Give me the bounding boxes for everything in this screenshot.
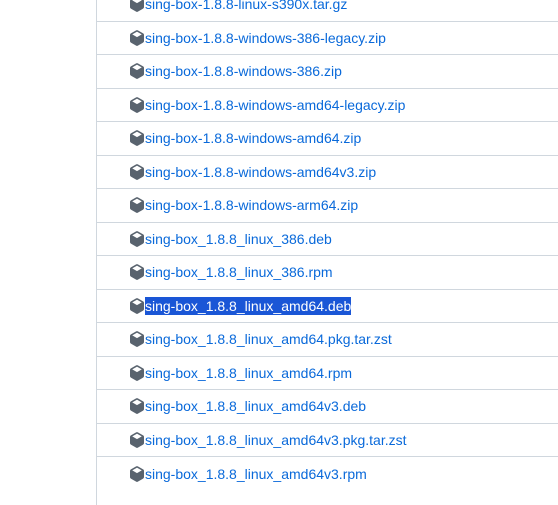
package-icon <box>129 130 145 147</box>
asset-row: sing-box-1.8.8-windows-386.zip <box>97 55 558 89</box>
asset-download-link[interactable]: sing-box-1.8.8-windows-arm64.zip <box>145 196 358 214</box>
asset-download-link[interactable]: sing-box_1.8.8_linux_amd64.deb <box>145 296 352 315</box>
asset-download-link[interactable]: sing-box-1.8.8-windows-386-legacy.zip <box>145 29 386 47</box>
asset-row: sing-box-1.8.8-windows-amd64.zip <box>97 122 558 156</box>
asset-row: sing-box-1.8.8-windows-amd64v3.zip <box>97 156 558 189</box>
asset-download-link[interactable]: sing-box-1.8.8-windows-amd64v3.zip <box>145 163 376 181</box>
asset-row: sing-box_1.8.8_linux_amd64.rpm <box>97 357 558 390</box>
package-icon <box>129 197 145 214</box>
asset-download-link[interactable]: sing-box-1.8.8-windows-386.zip <box>145 62 342 80</box>
asset-row: sing-box_1.8.8_linux_386.deb <box>97 223 558 256</box>
asset-row: sing-box_1.8.8_linux_amd64.deb <box>97 290 558 323</box>
package-icon <box>129 29 145 46</box>
asset-download-link[interactable]: sing-box-1.8.8-linux-s390x.tar.gz <box>145 0 347 13</box>
package-icon <box>129 63 145 80</box>
package-icon <box>129 0 145 13</box>
package-icon <box>129 398 145 415</box>
asset-download-link[interactable]: sing-box_1.8.8_linux_amd64v3.deb <box>145 397 366 415</box>
asset-row: sing-box_1.8.8_linux_amd64v3.deb <box>97 390 558 424</box>
package-icon <box>129 465 145 482</box>
package-icon <box>129 297 145 314</box>
asset-download-link[interactable]: sing-box_1.8.8_linux_386.deb <box>145 230 332 248</box>
asset-row: sing-box-1.8.8-windows-amd64-legacy.zip <box>97 89 558 122</box>
release-assets-page: sing-box-1.8.8-linux-s390x.tar.gz sing-b… <box>0 0 558 505</box>
asset-row: sing-box-1.8.8-linux-s390x.tar.gz <box>97 0 558 22</box>
package-icon <box>129 431 145 448</box>
asset-row: sing-box-1.8.8-windows-arm64.zip <box>97 189 558 223</box>
package-icon <box>129 96 145 113</box>
asset-download-link[interactable]: sing-box_1.8.8_linux_amd64v3.pkg.tar.zst <box>145 431 407 449</box>
asset-download-link[interactable]: sing-box_1.8.8_linux_amd64.rpm <box>145 364 352 382</box>
asset-download-link[interactable]: sing-box_1.8.8_linux_amd64v3.rpm <box>145 465 367 483</box>
package-icon <box>129 364 145 381</box>
asset-download-link[interactable]: sing-box-1.8.8-windows-amd64-legacy.zip <box>145 96 405 114</box>
asset-download-link[interactable]: sing-box_1.8.8_linux_386.rpm <box>145 263 333 281</box>
asset-row: sing-box_1.8.8_linux_amd64v3.pkg.tar.zst <box>97 424 558 457</box>
package-icon <box>129 331 145 348</box>
asset-row: sing-box_1.8.8_linux_amd64v3.rpm <box>97 457 558 491</box>
asset-download-link[interactable]: sing-box-1.8.8-windows-amd64.zip <box>145 129 361 147</box>
package-icon <box>129 230 145 247</box>
asset-row: sing-box_1.8.8_linux_386.rpm <box>97 256 558 290</box>
release-assets-list: sing-box-1.8.8-linux-s390x.tar.gz sing-b… <box>97 0 558 491</box>
asset-row: sing-box_1.8.8_linux_amd64.pkg.tar.zst <box>97 323 558 357</box>
package-icon <box>129 264 145 281</box>
asset-download-link[interactable]: sing-box_1.8.8_linux_amd64.pkg.tar.zst <box>145 330 392 348</box>
asset-row: sing-box-1.8.8-windows-386-legacy.zip <box>97 22 558 55</box>
package-icon <box>129 163 145 180</box>
